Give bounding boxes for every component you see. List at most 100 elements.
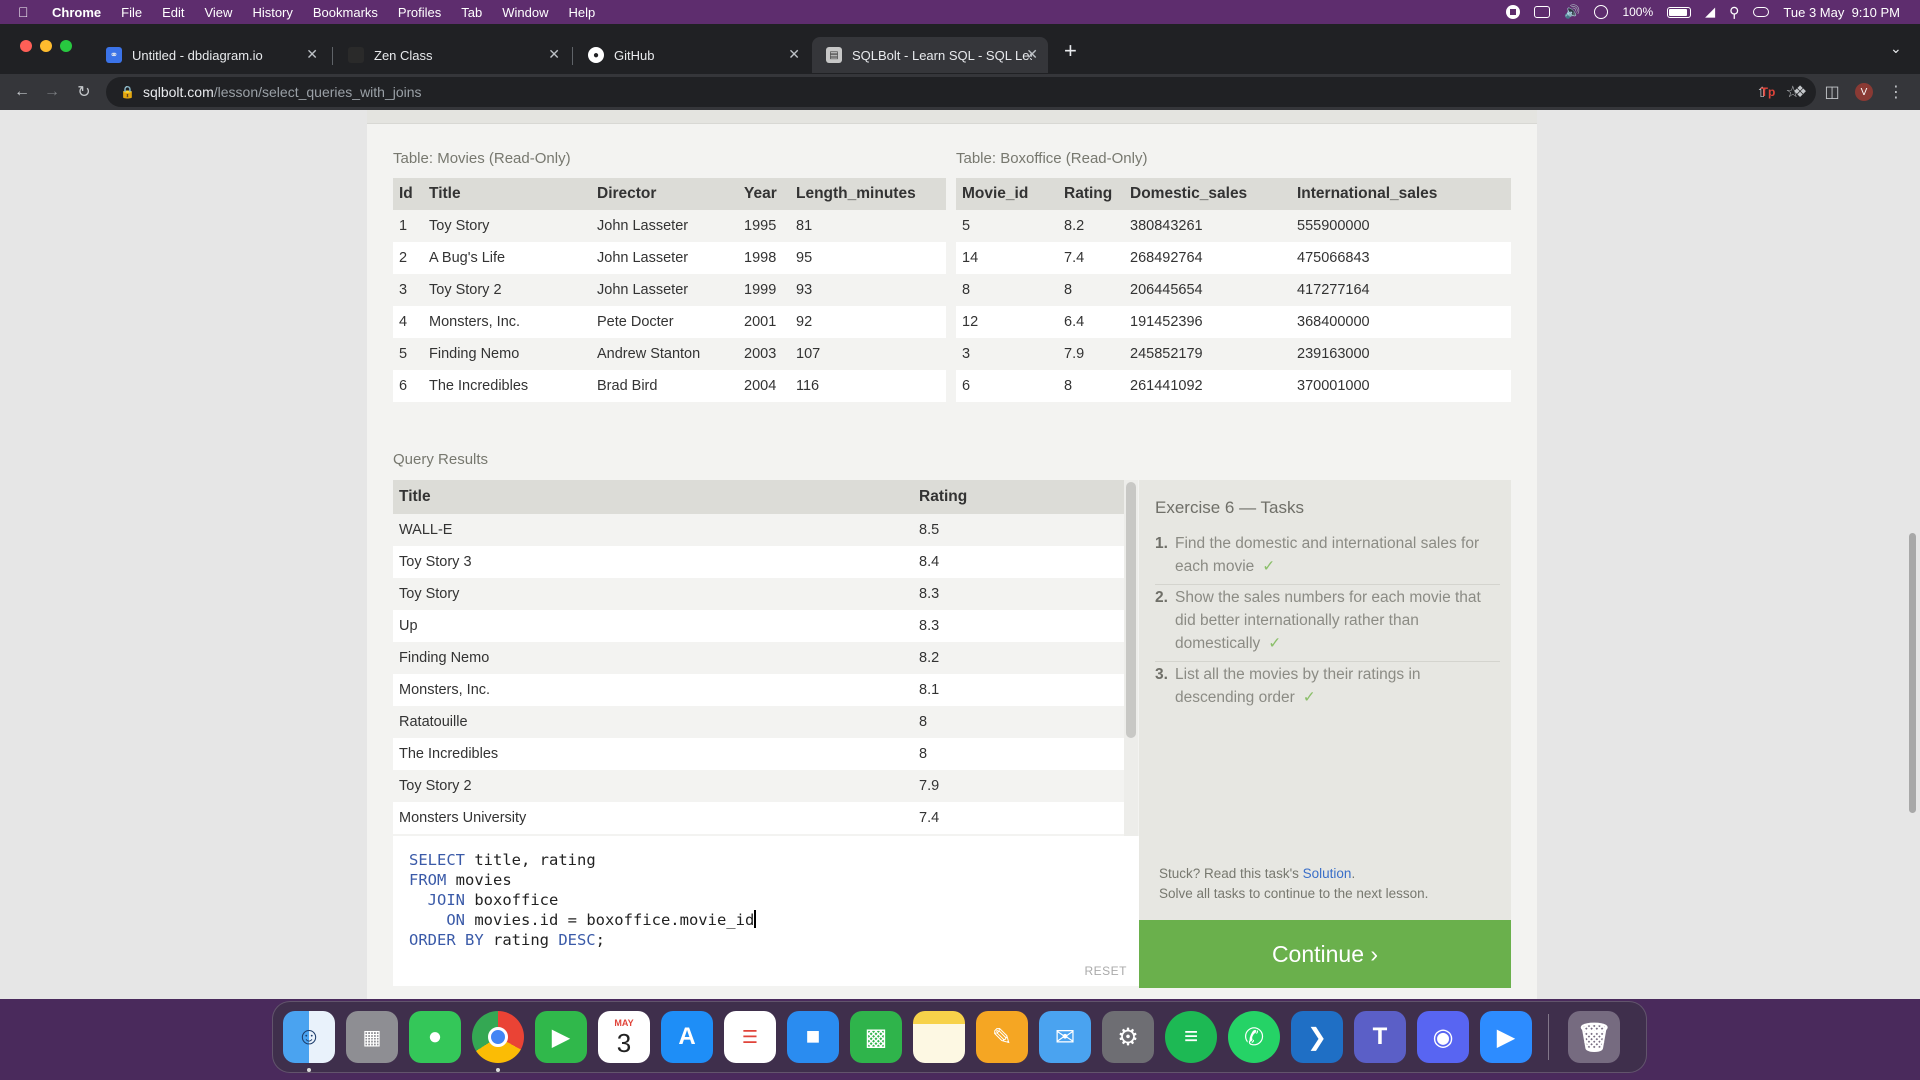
reset-button[interactable]: RESET bbox=[1084, 964, 1127, 978]
close-tab-icon[interactable]: ✕ bbox=[548, 46, 560, 63]
tab-dbdiagram[interactable]: ⚭ Untitled - dbdiagram.io ✕ bbox=[92, 37, 328, 73]
tab-search-icon[interactable]: ⌄ bbox=[1890, 40, 1902, 57]
table-row: 5 Finding Nemo Andrew Stanton 2003 107 bbox=[393, 338, 946, 370]
reminders-icon[interactable]: ☰ bbox=[724, 1011, 776, 1063]
cell: Toy Story bbox=[423, 210, 591, 242]
back-icon[interactable]: ← bbox=[10, 80, 34, 104]
close-tab-icon[interactable]: ✕ bbox=[788, 46, 800, 63]
chrome-menu-icon[interactable]: ⋮ bbox=[1884, 80, 1908, 104]
notes-icon[interactable] bbox=[913, 1011, 965, 1063]
trash-icon[interactable]: 🗑 bbox=[1568, 1011, 1620, 1063]
cell: 268492764 bbox=[1124, 242, 1291, 274]
menu-profiles[interactable]: Profiles bbox=[398, 5, 441, 20]
cell: 116 bbox=[790, 370, 946, 402]
new-tab-icon[interactable]: + bbox=[1064, 38, 1077, 64]
forward-icon[interactable]: → bbox=[40, 80, 64, 104]
cell: 8 bbox=[913, 706, 1124, 738]
menu-app-name[interactable]: Chrome bbox=[52, 5, 101, 20]
tab-strip: ⚭ Untitled - dbdiagram.io ✕ Zen Class ✕ … bbox=[0, 24, 1920, 74]
now-playing-icon[interactable] bbox=[1594, 5, 1609, 19]
code-line: ORDER BY rating DESC; bbox=[409, 930, 756, 950]
column-header: Domestic_sales bbox=[1124, 178, 1291, 210]
sql-keyword: JOIN bbox=[427, 891, 465, 909]
screen-mirroring-icon[interactable] bbox=[1534, 6, 1551, 18]
numbers-icon[interactable]: ▩ bbox=[850, 1011, 902, 1063]
table-row: 6 The Incredibles Brad Bird 2004 116 bbox=[393, 370, 946, 402]
extension-tp-icon[interactable]: Tp bbox=[1756, 80, 1780, 104]
close-window-button[interactable] bbox=[20, 40, 32, 52]
cell: 14 bbox=[956, 242, 1058, 274]
cell: Monsters University bbox=[393, 802, 913, 834]
side-panel-icon[interactable]: ◫ bbox=[1820, 80, 1844, 104]
battery-percent: 100% bbox=[1622, 5, 1654, 19]
lock-icon[interactable]: 🔒 bbox=[120, 85, 135, 99]
launchpad-icon[interactable]: ▦ bbox=[346, 1011, 398, 1063]
volume-icon[interactable]: 🔊 bbox=[1564, 4, 1580, 20]
tab-zen-class[interactable]: Zen Class ✕ bbox=[334, 37, 570, 73]
zoom-window-button[interactable] bbox=[60, 40, 72, 52]
calendar-day: 3 bbox=[616, 1028, 632, 1058]
discord-icon[interactable]: ◉ bbox=[1417, 1011, 1469, 1063]
menu-view[interactable]: View bbox=[204, 5, 232, 20]
menu-clock[interactable]: Tue 3 May 9:10 PM bbox=[1783, 5, 1900, 20]
spotify-icon[interactable]: ≡ bbox=[1165, 1011, 1217, 1063]
stuck-hint: Stuck? Read this task's Solution. Solve … bbox=[1159, 864, 1428, 904]
system-preferences-icon[interactable]: ⚙ bbox=[1102, 1011, 1154, 1063]
spotlight-search-icon[interactable]: ⚲ bbox=[1729, 4, 1739, 21]
facetime-icon[interactable]: ▶ bbox=[535, 1011, 587, 1063]
control-center-icon[interactable] bbox=[1753, 7, 1770, 17]
whatsapp-icon[interactable]: ✆ bbox=[1228, 1011, 1280, 1063]
query-results-table-wrap[interactable]: Title Rating WALL-E 8.5 Toy Story 3 8.4 To… bbox=[393, 480, 1124, 836]
reload-icon[interactable]: ↻ bbox=[72, 80, 96, 104]
close-tab-icon[interactable]: ✕ bbox=[306, 46, 318, 63]
pages-icon[interactable]: ✎ bbox=[976, 1011, 1028, 1063]
tab-sqlbolt[interactable]: ▤ SQLBolt - Learn SQL - SQL Les ✕ bbox=[812, 37, 1048, 73]
cell: 93 bbox=[790, 274, 946, 306]
menu-bookmarks[interactable]: Bookmarks bbox=[313, 5, 378, 20]
solution-link[interactable]: Solution bbox=[1303, 866, 1352, 881]
menu-tab[interactable]: Tab bbox=[461, 5, 482, 20]
menu-file[interactable]: File bbox=[121, 5, 142, 20]
tab-github[interactable]: ● GitHub ✕ bbox=[574, 37, 810, 73]
boxoffice-table-wrap[interactable]: Movie_id Rating Domestic_sales Internati… bbox=[956, 178, 1511, 422]
keynote-icon[interactable]: ■ bbox=[787, 1011, 839, 1063]
continue-button[interactable]: Continue › bbox=[1139, 920, 1511, 988]
calendar-icon[interactable]: MAY 3 bbox=[598, 1011, 650, 1063]
table-header-row: Title Rating bbox=[393, 480, 1124, 514]
finder-icon[interactable]: ☺ bbox=[283, 1011, 335, 1063]
cell: 368400000 bbox=[1291, 306, 1511, 338]
vscode-icon[interactable]: ❯ bbox=[1291, 1011, 1343, 1063]
sql-code[interactable]: SELECT title, rating FROM movies JOIN box… bbox=[409, 850, 756, 950]
apple-icon[interactable]:  bbox=[18, 4, 38, 20]
battery-icon[interactable] bbox=[1667, 6, 1692, 18]
table-header-row: Id Title Director Year Length_minutes bbox=[393, 178, 946, 210]
menu-edit[interactable]: Edit bbox=[162, 5, 184, 20]
app-store-icon[interactable]: A bbox=[661, 1011, 713, 1063]
profile-avatar[interactable]: V bbox=[1852, 80, 1876, 104]
results-scrollbar-thumb[interactable] bbox=[1126, 482, 1136, 738]
mail-icon[interactable]: ✉ bbox=[1039, 1011, 1091, 1063]
menu-history[interactable]: History bbox=[252, 5, 292, 20]
cell: 8.5 bbox=[913, 514, 1124, 546]
table-row: Up 8.3 bbox=[393, 610, 1124, 642]
task-divider bbox=[1155, 661, 1500, 662]
page-scrollbar[interactable] bbox=[1909, 533, 1916, 813]
teams-icon[interactable]: T bbox=[1354, 1011, 1406, 1063]
cell: 8.3 bbox=[913, 578, 1124, 610]
address-bar[interactable]: 🔒 sqlbolt.com /lesson/select_queries_wit… bbox=[106, 77, 1816, 107]
movies-table-wrap[interactable]: Id Title Director Year Length_minutes 1T… bbox=[393, 178, 946, 422]
wifi-icon[interactable]: ◢ bbox=[1705, 4, 1715, 20]
chrome-icon[interactable] bbox=[472, 1011, 524, 1063]
sql-text: boxoffice bbox=[465, 891, 559, 909]
table-row: Toy Story 8.3 bbox=[393, 578, 1124, 610]
close-tab-icon[interactable]: ✕ bbox=[1026, 46, 1038, 63]
sql-editor[interactable]: SELECT title, rating FROM movies JOIN box… bbox=[393, 836, 1139, 986]
menu-help[interactable]: Help bbox=[569, 5, 596, 20]
zoom-icon[interactable]: ▶ bbox=[1480, 1011, 1532, 1063]
extensions-puzzle-icon[interactable]: ❖ bbox=[1788, 80, 1812, 104]
menu-window[interactable]: Window bbox=[502, 5, 548, 20]
screen-record-icon[interactable] bbox=[1506, 5, 1521, 19]
messages-icon[interactable]: ● bbox=[409, 1011, 461, 1063]
minimize-window-button[interactable] bbox=[40, 40, 52, 52]
